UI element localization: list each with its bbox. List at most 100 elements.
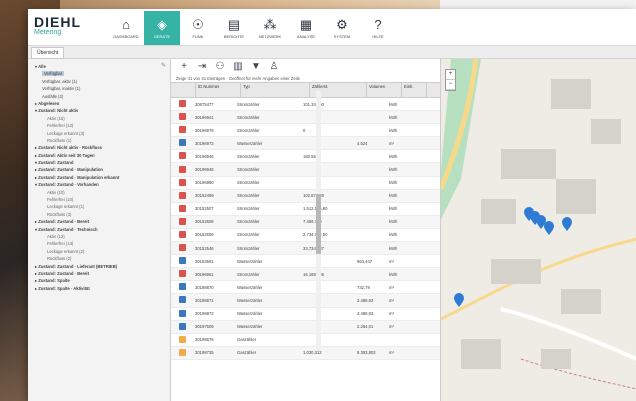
tree-item-label: ▸ Zustand: Spalte · Aktivität xyxy=(35,285,90,291)
tree-item[interactable]: Aktiv (15) xyxy=(28,115,170,122)
row-type-cell xyxy=(171,100,193,108)
row-type-cell xyxy=(171,322,193,331)
cell-id: 30152546 xyxy=(195,245,214,251)
table-row[interactable]: 30198872 Wasserzähler 4.488,93 m³ xyxy=(171,308,440,321)
cell-type: Wasserzähler xyxy=(237,311,263,317)
table-row[interactable]: 30196973 Wasserzähler 4.524 m³ xyxy=(171,137,440,151)
zoom-in-button[interactable]: + xyxy=(446,70,455,80)
tree-item[interactable]: Ausfälle (2) xyxy=(28,93,170,100)
tree-item[interactable]: ▸ Zustand: Spalte xyxy=(28,277,170,284)
tree-item[interactable]: ▾ Zustand: Zustand xyxy=(28,159,170,166)
table-row[interactable]: 30198735 Gaszähler 1.030.312 8.393,802 m³ xyxy=(171,346,440,360)
tree-item[interactable]: ▾ Zustand: Zustand · Vorhanden xyxy=(28,181,170,188)
scrollbar-thumb[interactable] xyxy=(316,194,321,254)
tree-item-label: Verfügbar, aktiv (1) xyxy=(42,78,78,84)
nav-dashboard[interactable]: ⌂ DASHBOARD xyxy=(108,11,144,45)
table-row[interactable]: 30196976 Stromzähler 0 kWh xyxy=(171,124,440,138)
table-row[interactable]: 30152509 Stromzähler 2.734.772,50 kWh xyxy=(171,229,440,243)
cell-type: Wasserzähler xyxy=(237,140,263,146)
tree-item[interactable]: Aktiv (10) xyxy=(28,189,170,196)
filter-icon[interactable]: ▼ xyxy=(249,60,263,74)
group-icon[interactable]: ⚇ xyxy=(213,60,227,74)
cell-type: Gaszähler xyxy=(237,350,257,356)
tree-item[interactable]: Fehlerfrei (12) xyxy=(28,122,170,129)
cell-u: m³ xyxy=(389,297,394,303)
column-header[interactable]: Einh. xyxy=(402,83,427,97)
cell-val: 16.188.886 xyxy=(303,271,324,277)
nav-netzwerk[interactable]: ⁂ NETZWERK xyxy=(252,11,288,45)
table-row[interactable]: 30196948 Stromzähler kWh xyxy=(171,163,440,177)
tree-item[interactable]: Fehlerfrei (13) xyxy=(28,240,170,247)
map-panel[interactable]: + − xyxy=(440,59,636,401)
cell-val: 101.346,00 xyxy=(303,101,324,107)
table-row[interactable]: 30152546 Stromzähler 33.734.787 kWh xyxy=(171,242,440,256)
tree-item[interactable]: Fehlerfrei (10) xyxy=(28,196,170,203)
tree-item[interactable]: Leckage erkannt (1) xyxy=(28,203,170,210)
map-zoom-control: + − xyxy=(445,69,456,91)
table-row[interactable]: 30196951 Stromzähler 16.188.886 kWh xyxy=(171,268,440,282)
tree-item[interactable]: Rückfluss (2) xyxy=(28,255,170,262)
tree-item[interactable]: ▾ Zustand: Nicht aktiv xyxy=(28,107,170,114)
column-header[interactable]: Typ xyxy=(241,83,310,97)
tree-item[interactable]: ▸ Zustand: Zustand · Bereit xyxy=(28,270,170,277)
chart-icon[interactable]: ▥ xyxy=(231,60,245,74)
tree-item[interactable]: ▸ Abgelesen xyxy=(28,100,170,107)
tree-item[interactable]: Rückfluss (3) xyxy=(28,211,170,218)
tree-item[interactable]: ▸ Zustand: Zustand · Lieferant (BETRIEB) xyxy=(28,263,170,270)
table-row[interactable]: 30675477 Stromzähler 101.346,00 kWh xyxy=(171,98,440,112)
nav-geraete[interactable]: ◈ GERÄTE xyxy=(144,11,180,45)
nav-hilfe-icon: ? xyxy=(374,17,382,32)
nav-funk[interactable]: ☉ FUNK xyxy=(180,11,216,45)
nav-system[interactable]: ⚙ SYSTEM xyxy=(324,11,360,45)
meter-type-icon xyxy=(179,152,186,160)
tree-item[interactable]: Verfügbar, inaktiv (1) xyxy=(28,85,170,92)
tree-item-label: ▸ Zustand: Zustand · Bereit xyxy=(35,270,89,276)
tree-item[interactable]: Rückfluss (1) xyxy=(28,137,170,144)
cell-id: 30196951 xyxy=(195,271,214,277)
nav-hilfe[interactable]: ? HILFE xyxy=(360,11,396,45)
table-row[interactable]: 30152499 Stromzähler 102.875,30 kWh xyxy=(171,189,440,203)
table-row[interactable]: 30198871 Wasserzähler 3.488,93 m³ xyxy=(171,294,440,308)
tree-item[interactable]: ▾ Alle xyxy=(28,63,170,70)
user-icon[interactable]: ♙ xyxy=(267,60,281,74)
table-row[interactable]: 30196946 Stromzähler 180.556 kWh xyxy=(171,150,440,164)
table-row[interactable]: 30196950 Stromzähler kWh xyxy=(171,177,440,190)
table-row[interactable]: 30198870 Wasserzähler 732,79 m³ xyxy=(171,281,440,295)
cell-id: 30675477 xyxy=(195,101,214,107)
edit-icon[interactable]: ✎ xyxy=(161,62,166,69)
tree-item[interactable]: Verfügbar xyxy=(28,70,170,77)
table-row[interactable]: 30198676 Gaszähler xyxy=(171,334,440,347)
column-header[interactable]: ID Nummer xyxy=(196,83,241,97)
tree-item[interactable]: Verfügbar, aktiv (1) xyxy=(28,78,170,85)
tree-item[interactable]: ▸ Zustand: Spalte · Aktivität xyxy=(28,285,170,292)
table-row[interactable]: 30153591 Wasserzähler 963,447 m³ xyxy=(171,255,440,269)
row-type-cell xyxy=(171,244,193,252)
tree-item[interactable]: Leckage erkannt (3) xyxy=(28,130,170,137)
table-row[interactable]: 30152507 Stromzähler 1.512.155,90 kWh xyxy=(171,203,440,216)
table-row[interactable]: 30196941 Stromzähler kWh xyxy=(171,111,440,125)
cell-type: Stromzähler xyxy=(237,219,260,225)
cell-u: kWh xyxy=(389,206,398,212)
tab-overview[interactable]: Übersicht xyxy=(31,47,65,59)
tree-item[interactable]: ▸ Zustand: Zustand · Manipulation erkann… xyxy=(28,174,170,181)
column-header[interactable]: Volumen xyxy=(367,83,402,97)
zoom-out-button[interactable]: − xyxy=(446,80,455,90)
table-row[interactable]: 30152508 Stromzähler 7.459.760 kWh xyxy=(171,215,440,229)
tree-item[interactable]: ▸ Zustand: Aktiv seit 30 Tagen xyxy=(28,152,170,159)
cell-val: 0 xyxy=(303,127,306,133)
tree-item[interactable]: Leckage erkannt (2) xyxy=(28,248,170,255)
tree-item[interactable]: ▸ Zustand: Nicht aktiv · Rückfluss xyxy=(28,144,170,151)
tree-item[interactable]: Aktiv (13) xyxy=(28,233,170,240)
nav-analyse[interactable]: ▦ ANALYSE xyxy=(288,11,324,45)
tree-item-label: ▾ Zustand: Zustand xyxy=(35,160,74,166)
tree-item[interactable]: ▸ Zustand: Zustand · Bereit xyxy=(28,218,170,225)
table-row[interactable]: 30197509 Wasserzähler 2.264,01 m³ xyxy=(171,320,440,334)
import-icon[interactable]: ⇥ xyxy=(195,60,209,74)
tree-item[interactable]: ▾ Zustand: Zustand · Technisch xyxy=(28,226,170,233)
tree-item[interactable]: ▸ Zustand: Zustand · Manipulation xyxy=(28,166,170,173)
nav-berichte[interactable]: ▤ BERICHTE xyxy=(216,11,252,45)
map-canvas[interactable] xyxy=(441,59,636,401)
column-header[interactable] xyxy=(171,83,196,97)
cell-type: Stromzähler xyxy=(237,101,260,107)
add-icon[interactable]: + xyxy=(177,60,191,74)
